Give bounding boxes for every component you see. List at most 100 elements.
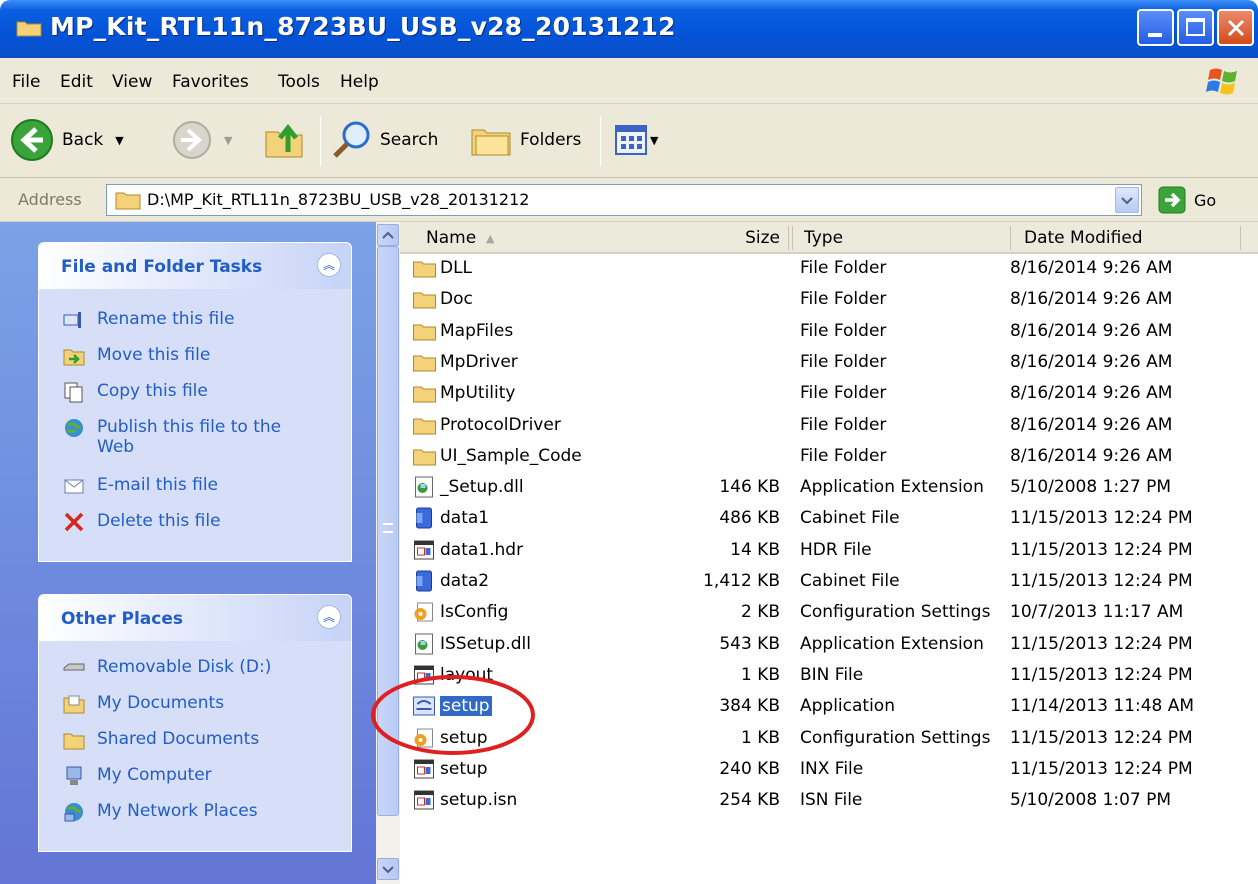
back-button[interactable]: Back ▼	[10, 118, 124, 162]
file-date: 10/7/2013 11:17 AM	[1010, 602, 1184, 623]
folders-label: Folders	[520, 130, 582, 150]
forward-dropdown-icon[interactable]: ▼	[224, 134, 232, 147]
file-name: ProtocolDriver	[440, 414, 561, 435]
file-name: UI_Sample_Code	[440, 445, 582, 466]
collapse-chevron-icon[interactable]: ︽	[317, 605, 341, 629]
task-rename[interactable]: Rename this file	[63, 309, 234, 331]
task-move[interactable]: Move this file	[63, 345, 210, 367]
place-label: My Computer	[97, 765, 212, 785]
file-name: data1.hdr	[440, 539, 524, 560]
other-places-header[interactable]: Other Places ︽	[39, 595, 351, 641]
folders-button[interactable]: Folders	[470, 122, 581, 158]
file-name: DLL	[440, 258, 473, 278]
file-row[interactable]: MapFiles File Folder 8/16/2014 9:26 AM	[400, 317, 1258, 348]
place-my-documents[interactable]: My Documents	[63, 693, 224, 715]
file-date: 8/16/2014 9:26 AM	[1010, 258, 1173, 278]
file-date: 8/16/2014 9:26 AM	[1010, 351, 1173, 372]
column-separator[interactable]	[792, 226, 793, 250]
column-name[interactable]: Name	[426, 228, 476, 248]
task-delete[interactable]: Delete this file	[63, 511, 221, 533]
go-button[interactable]: Go	[1158, 186, 1216, 214]
task-label: E-mail this file	[97, 475, 219, 495]
rename-icon	[63, 312, 81, 328]
file-size: 14 KB	[730, 539, 780, 560]
minimize-button[interactable]	[1137, 9, 1174, 46]
menu-favorites[interactable]: Favorites	[172, 72, 249, 92]
search-button[interactable]: Search	[330, 120, 438, 160]
file-date: 11/15/2013 12:24 PM	[1010, 508, 1193, 529]
file-row[interactable]: Doc File Folder 8/16/2014 9:26 AM	[400, 285, 1258, 316]
file-row[interactable]: data1.hdr 14 KB HDR File 11/15/2013 12:24 P…	[400, 536, 1258, 567]
scroll-up-button[interactable]	[377, 224, 399, 246]
file-size: 240 KB	[719, 758, 780, 779]
other-places-panel: Other Places ︽ Removable Disk (D:) My Do…	[38, 594, 352, 852]
search-icon	[333, 121, 370, 158]
place-my-computer[interactable]: My Computer	[63, 765, 212, 787]
task-email[interactable]: E-mail this file	[63, 475, 218, 497]
maximize-button[interactable]	[1177, 9, 1214, 46]
file-date: 11/14/2013 11:48 AM	[1010, 696, 1195, 717]
file-row[interactable]: ProtocolDriver File Folder 8/16/2014 9:26 …	[400, 411, 1258, 442]
chevron-down-icon	[382, 866, 394, 874]
menu-view[interactable]: View	[112, 72, 152, 92]
views-dropdown-icon[interactable]: ▼	[650, 134, 658, 147]
folder-icon	[115, 192, 141, 210]
file-type: File Folder	[800, 289, 887, 310]
file-name: IsConfig	[440, 602, 509, 623]
file-row[interactable]: setup.isn 254 KB ISN File 5/10/2008 1:07 PM	[400, 786, 1258, 817]
file-row[interactable]: UI_Sample_Code File Folder 8/16/2014 9:26 …	[400, 442, 1258, 473]
file-name: data1	[440, 508, 490, 529]
folder-icon	[413, 386, 436, 403]
up-folder-button[interactable]	[262, 118, 306, 162]
file-row[interactable]: DLL File Folder 8/16/2014 9:26 AM	[400, 254, 1258, 285]
folders-icon	[471, 129, 511, 156]
file-row[interactable]: ISSetup.dll 543 KB Application Extension 11…	[400, 630, 1258, 661]
address-input[interactable]: D:\MP_Kit_RTL11n_8723BU_USB_v28_20131212	[106, 184, 1142, 216]
file-row[interactable]: data1 486 KB Cabinet File 11/15/2013 12:24 …	[400, 504, 1258, 535]
column-size[interactable]: Size	[745, 228, 780, 248]
back-dropdown-icon[interactable]: ▼	[115, 134, 123, 147]
column-separator[interactable]	[788, 226, 789, 250]
vertical-scrollbar[interactable]	[376, 222, 400, 884]
menu-help[interactable]: Help	[340, 72, 379, 92]
file-row[interactable]: MpUtility File Folder 8/16/2014 9:26 AM	[400, 379, 1258, 410]
forward-button[interactable]: ▼	[172, 120, 232, 160]
task-pane: File and Folder Tasks ︽ Rename this file…	[0, 222, 376, 884]
menu-edit[interactable]: Edit	[60, 72, 93, 92]
place-shared-documents[interactable]: Shared Documents	[63, 729, 259, 751]
file-folder-tasks-header[interactable]: File and Folder Tasks ︽	[39, 243, 351, 289]
file-row[interactable]: IsConfig 2 KB Configuration Settings 10/7/2…	[400, 598, 1258, 629]
menu-file[interactable]: File	[12, 72, 40, 92]
place-label: Removable Disk (D:)	[97, 657, 272, 677]
file-type: Application	[800, 696, 895, 717]
collapse-chevron-icon[interactable]: ︽	[317, 253, 341, 277]
folder-icon	[413, 261, 436, 278]
shared-documents-icon	[63, 733, 85, 750]
search-label: Search	[380, 130, 439, 150]
views-button[interactable]: ▼	[614, 124, 658, 156]
task-copy[interactable]: Copy this file	[63, 381, 208, 403]
column-type[interactable]: Type	[804, 228, 843, 248]
folder-icon	[16, 21, 42, 37]
address-dropdown-button[interactable]	[1115, 187, 1139, 213]
chevron-up-icon	[382, 231, 394, 239]
column-separator[interactable]	[1240, 226, 1241, 250]
file-row[interactable]: data2 1,412 KB Cabinet File 11/15/2013 12:2…	[400, 567, 1258, 598]
task-publish[interactable]: Publish this file to the Web	[63, 417, 297, 457]
menu-tools[interactable]: Tools	[278, 72, 320, 92]
sort-ascending-icon: ▲	[486, 232, 495, 245]
generic-file-icon	[414, 759, 434, 779]
close-button[interactable]	[1217, 9, 1254, 46]
scroll-down-button[interactable]	[377, 858, 399, 880]
place-network[interactable]: My Network Places	[63, 801, 258, 823]
file-date: 11/15/2013 12:24 PM	[1010, 571, 1193, 591]
column-date[interactable]: Date Modified	[1024, 228, 1143, 248]
file-row[interactable]: MpDriver File Folder 8/16/2014 9:26 AM	[400, 348, 1258, 379]
file-size: 1,412 KB	[703, 571, 780, 591]
file-row[interactable]: _Setup.dll 146 KB Application Extension 5/1…	[400, 473, 1258, 504]
panel-title: Other Places	[61, 609, 183, 629]
place-removable-disk[interactable]: Removable Disk (D:)	[63, 657, 271, 679]
address-path: D:\MP_Kit_RTL11n_8723BU_USB_v28_20131212	[147, 190, 530, 209]
title-bar[interactable]: MP_Kit_RTL11n_8723BU_USB_v28_20131212	[0, 0, 1258, 58]
column-separator[interactable]	[1010, 226, 1011, 250]
